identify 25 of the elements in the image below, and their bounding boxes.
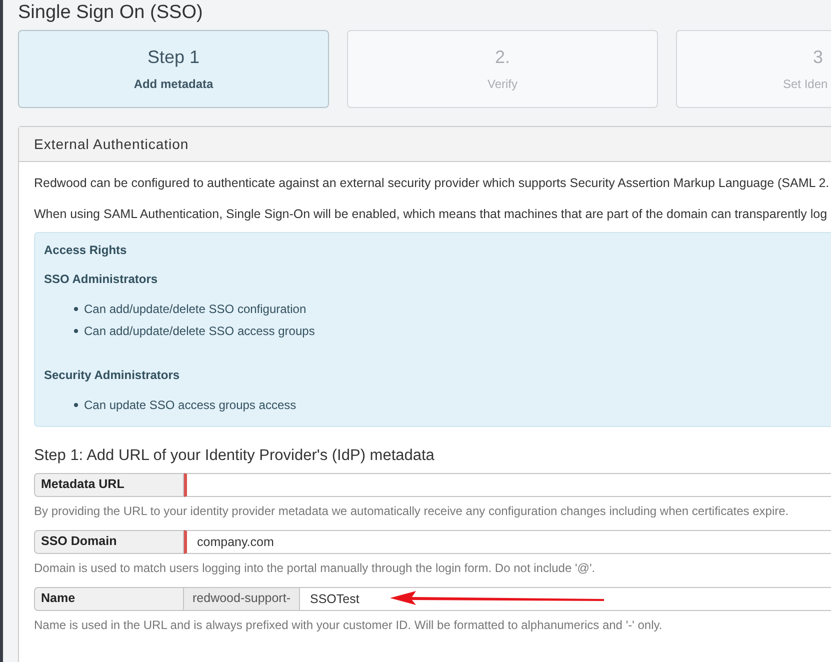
input-field[interactable] <box>184 472 831 497</box>
field-prefix: redwood-support- <box>184 586 300 611</box>
help-text: Name is used in the URL and is always prefixed with your customer ID. Will be formatted to alphanumerics and '-' only. <box>34 616 664 634</box>
paragraph: When using SAML Authentication, Single Sign-On will be enabled, which means that machines that are part of the domain can transparently log <box>34 206 828 223</box>
group-title: SSO Administrators <box>44 270 159 288</box>
bullet-icon <box>74 306 78 310</box>
list-item: Can add/update/delete SSO configuration <box>84 300 306 318</box>
field-label: Metadata URL <box>34 472 184 497</box>
field-label: Name <box>34 586 184 611</box>
bullet-icon <box>74 402 78 406</box>
group-title: Security Administrators <box>44 366 181 384</box>
step-tab[interactable]: Step 1 Add metadata <box>18 30 329 108</box>
list-item: Can update SSO access groups access <box>84 396 296 414</box>
paragraph: Redwood can be configured to authenticate against an external security provider which supports Security Assertion Markup Language (SAML 2. <box>34 175 830 192</box>
input-field[interactable]: company.com <box>184 530 831 554</box>
help-text: By providing the URL to your identity provider metadata we automatically receive any configuration changes including when certificates expire. <box>34 502 790 520</box>
page-title: Single Sign On (SSO) <box>18 1 204 25</box>
bullet-icon <box>74 328 78 332</box>
list-item: Can add/update/delete SSO access groups <box>84 322 315 340</box>
help-text: Domain is used to match users logging into the portal manually through the login form. Do not include '@'. <box>34 560 596 577</box>
field-label: SSO Domain <box>34 530 184 554</box>
info-title: Access Rights <box>44 242 128 258</box>
form-heading: Step 1: Add URL of your Identity Provider's (IdP) metadata <box>34 446 436 466</box>
input-field[interactable]: SSOTest <box>300 586 831 611</box>
panel-title: External Authentication <box>19 127 831 162</box>
